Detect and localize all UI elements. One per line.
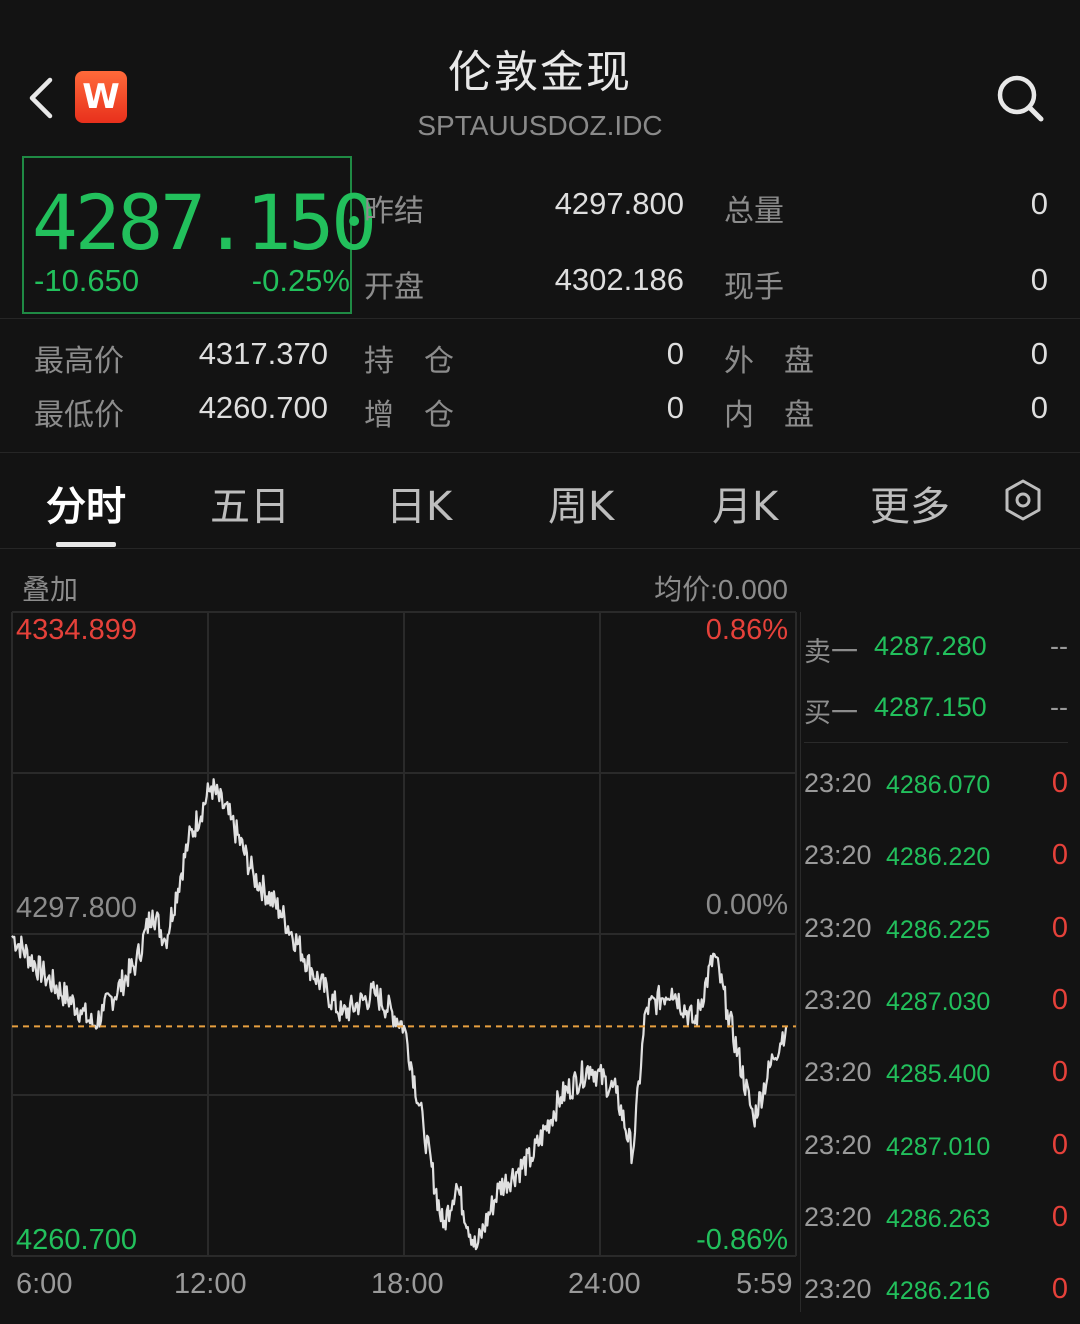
trade-price: 4286.220: [886, 843, 991, 872]
trade-volume: 0: [1051, 1200, 1068, 1233]
y-axis-low: 4260.700: [16, 1224, 137, 1256]
trade-time: 23:20: [804, 1274, 872, 1305]
stat-value: 0: [1030, 336, 1048, 371]
trade-volume: 0: [1051, 1056, 1068, 1089]
stat-value: 0: [1030, 390, 1048, 425]
bid-label: 买一: [804, 698, 858, 729]
trade-time: 23:20: [804, 1057, 872, 1088]
bid-volume: --: [1050, 692, 1068, 722]
tab-more[interactable]: 更多: [870, 474, 950, 532]
trade-price: 4286.070: [886, 771, 991, 799]
trade-time: 23:20: [804, 840, 872, 871]
trade-time: 23:20: [804, 1129, 872, 1160]
panel-divider: [800, 612, 801, 1312]
trade-time: 23:20: [804, 984, 872, 1015]
trade-price: 4286.225: [886, 915, 991, 944]
search-button[interactable]: [994, 72, 1046, 124]
x-axis-tick: 18:00: [371, 1268, 444, 1300]
trade-volume: 0: [1051, 839, 1068, 872]
bid-price: 4287.150: [874, 692, 987, 722]
trade-volume: 0: [1051, 767, 1068, 799]
ask-price: 4287.280: [874, 631, 987, 661]
pct-axis-mid: 0.00%: [705, 889, 788, 921]
x-axis-tick: 5:59: [736, 1268, 793, 1300]
trade-time: 23:20: [804, 1201, 872, 1232]
chart-settings-button[interactable]: [1003, 478, 1043, 522]
intraday-chart[interactable]: [0, 0, 800, 1324]
trade-time: 23:20: [804, 768, 872, 798]
trade-price: 4286.216: [886, 1277, 991, 1306]
trade-volume: 0: [1051, 1128, 1068, 1161]
pct-axis-low: -0.86%: [696, 1224, 788, 1256]
divider: [804, 742, 1068, 743]
y-axis-mid: 4297.800: [16, 892, 137, 924]
trade-time: 23:20: [804, 912, 872, 943]
hexagon-settings-icon: [1005, 479, 1041, 521]
stat-value: 0: [1030, 262, 1048, 297]
trade-volume: 0: [1051, 911, 1068, 944]
chart-grid: [11, 611, 797, 1257]
ask-label: 卖一: [804, 637, 858, 668]
trade-price: 4287.030: [886, 987, 991, 1016]
ask-volume: --: [1050, 631, 1068, 661]
trade-volume: 0: [1051, 983, 1068, 1016]
pct-axis-high: 0.86%: [705, 614, 788, 646]
trade-volume: 0: [1051, 1273, 1068, 1306]
x-axis-tick: 12:00: [174, 1268, 247, 1300]
stat-value: 0: [1030, 186, 1048, 221]
price-line: [11, 778, 788, 1251]
x-axis-tick: 6:00: [16, 1268, 73, 1300]
search-icon: [997, 75, 1044, 122]
y-axis-high: 4334.899: [16, 614, 137, 646]
trade-price: 4285.400: [886, 1060, 991, 1089]
trade-price: 4287.010: [886, 1132, 991, 1161]
trade-price: 4286.263: [886, 1204, 991, 1233]
x-axis-tick: 24:00: [568, 1268, 641, 1300]
